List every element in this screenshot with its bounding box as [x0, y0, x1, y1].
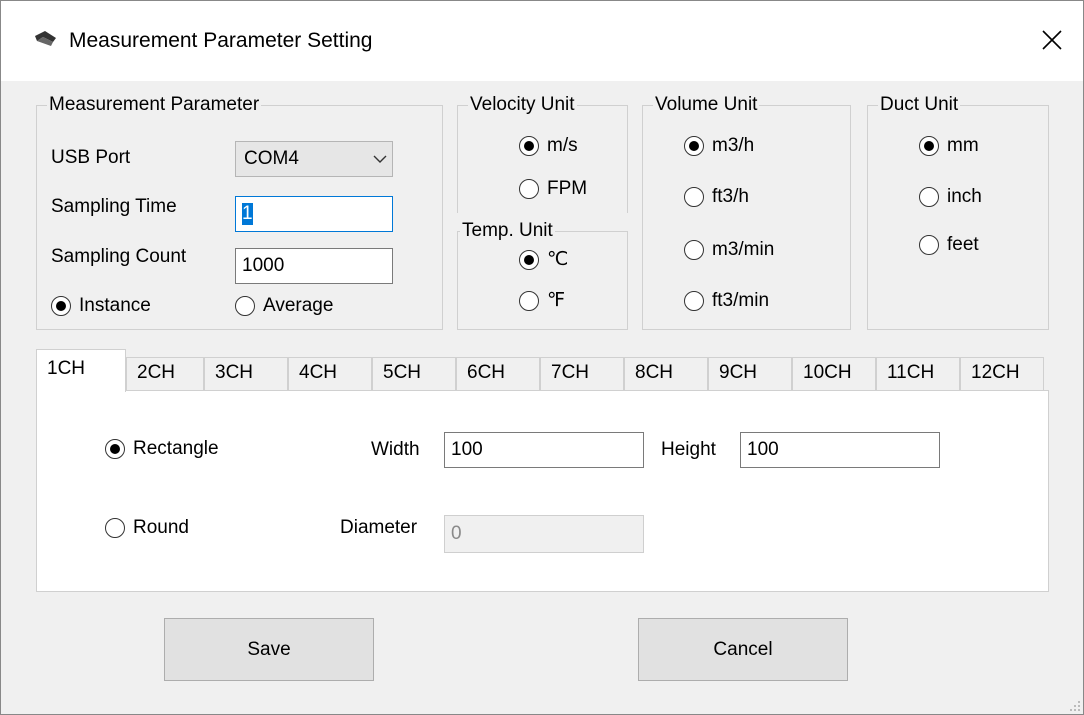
radio-label: Rectangle [133, 438, 219, 459]
tab-4ch[interactable]: 4CH [288, 357, 372, 391]
radio-circle [684, 136, 704, 156]
sampling-count-value: 1000 [242, 255, 285, 276]
radio-dot [56, 301, 66, 311]
tab-2ch[interactable]: 2CH [126, 357, 204, 391]
radio-circle [519, 250, 539, 270]
radio-label: mm [947, 135, 979, 156]
width-input[interactable]: 100 [444, 432, 644, 468]
radio-circle [235, 296, 255, 316]
radio-velocity-fpm[interactable]: FPM [519, 178, 587, 200]
radio-circle [519, 179, 539, 199]
tab-10ch[interactable]: 10CH [792, 357, 876, 391]
window-title: Measurement Parameter Setting [69, 29, 373, 52]
radio-circle [919, 136, 939, 156]
radio-label: Instance [79, 295, 151, 316]
tab-6ch[interactable]: 6CH [456, 357, 540, 391]
radio-rectangle[interactable]: Rectangle [105, 438, 219, 460]
radio-average[interactable]: Average [235, 295, 333, 317]
tab-8ch[interactable]: 8CH [624, 357, 708, 391]
sampling-time-input[interactable]: 1 [235, 196, 393, 232]
radio-circle [684, 187, 704, 207]
tab-5ch[interactable]: 5CH [372, 357, 456, 391]
radio-duct-mm[interactable]: mm [919, 135, 979, 157]
radio-circle [105, 439, 125, 459]
radio-label: Average [263, 295, 334, 316]
group-legend: Duct Unit [878, 94, 961, 116]
radio-temp-fahrenheit[interactable]: ℉ [519, 290, 565, 312]
radio-circle [919, 235, 939, 255]
sensor-probe-icon [33, 30, 57, 48]
radio-duct-feet[interactable]: feet [919, 234, 979, 256]
group-legend: Measurement Parameter [47, 94, 262, 116]
radio-circle [105, 518, 125, 538]
sampling-count-label: Sampling Count [51, 246, 187, 267]
radio-circle [51, 296, 71, 316]
tab-7ch[interactable]: 7CH [540, 357, 624, 391]
radio-temp-celsius[interactable]: ℃ [519, 249, 568, 271]
radio-circle [684, 291, 704, 311]
diameter-value: 0 [451, 523, 462, 544]
radio-volume-ft3h[interactable]: ft3/h [684, 186, 749, 208]
radio-circle [519, 136, 539, 156]
radio-label: ℃ [547, 249, 569, 270]
diameter-input[interactable]: 0 [444, 515, 644, 553]
resize-grip-icon[interactable] [1067, 698, 1081, 712]
radio-volume-m3h[interactable]: m3/h [684, 135, 754, 157]
title-bar[interactable]: Measurement Parameter Setting [1, 1, 1083, 81]
temp-unit-group: Temp. Unit [457, 220, 628, 330]
radio-round[interactable]: Round [105, 517, 189, 539]
sampling-count-input[interactable]: 1000 [235, 248, 393, 284]
usb-port-select[interactable]: COM4 [235, 141, 393, 177]
radio-label: Round [133, 517, 189, 538]
sampling-time-label: Sampling Time [51, 196, 177, 217]
tab-1ch[interactable]: 1CH [36, 349, 126, 392]
radio-label: ft3/min [712, 290, 770, 311]
radio-label: inch [947, 186, 982, 207]
tab-3ch[interactable]: 3CH [204, 357, 288, 391]
radio-volume-ft3min[interactable]: ft3/min [684, 290, 769, 312]
chevron-down-icon [368, 154, 392, 164]
radio-velocity-ms[interactable]: m/s [519, 135, 578, 157]
height-input[interactable]: 100 [740, 432, 940, 468]
radio-label: ℉ [547, 290, 566, 311]
radio-circle [919, 187, 939, 207]
radio-label: feet [947, 234, 979, 255]
radio-label: ft3/h [712, 186, 749, 207]
diameter-label: Diameter [340, 517, 418, 538]
width-value: 100 [451, 439, 483, 460]
radio-instance[interactable]: Instance [51, 295, 151, 317]
tab-9ch[interactable]: 9CH [708, 357, 792, 391]
dialog-window: Measurement Parameter Setting Measuremen… [0, 0, 1084, 715]
close-button[interactable] [1031, 19, 1073, 61]
sampling-time-value: 1 [242, 203, 253, 225]
usb-port-value: COM4 [244, 148, 299, 169]
radio-dot [524, 141, 534, 151]
height-value: 100 [747, 439, 779, 460]
group-legend: Volume Unit [653, 94, 760, 116]
radio-circle [684, 240, 704, 260]
height-label: Height [661, 439, 716, 460]
group-legend: Temp. Unit [460, 220, 555, 242]
close-icon [1042, 30, 1062, 50]
radio-dot [924, 141, 934, 151]
width-label: Width [371, 439, 420, 460]
tab-12ch[interactable]: 12CH [960, 357, 1044, 391]
radio-circle [519, 291, 539, 311]
group-legend: Velocity Unit [468, 94, 577, 116]
cancel-button[interactable]: Cancel [638, 618, 848, 681]
radio-dot [110, 444, 120, 454]
save-button[interactable]: Save [164, 618, 374, 681]
radio-volume-m3min[interactable]: m3/min [684, 239, 774, 261]
usb-port-label: USB Port [51, 147, 131, 168]
radio-dot [689, 141, 699, 151]
radio-dot [524, 255, 534, 265]
radio-label: FPM [547, 178, 588, 199]
radio-label: m3/h [712, 135, 755, 156]
channel-tab-panel [36, 390, 1049, 592]
radio-label: m3/min [712, 239, 775, 260]
radio-duct-inch[interactable]: inch [919, 186, 982, 208]
tab-11ch[interactable]: 11CH [876, 357, 960, 391]
radio-label: m/s [547, 135, 578, 156]
